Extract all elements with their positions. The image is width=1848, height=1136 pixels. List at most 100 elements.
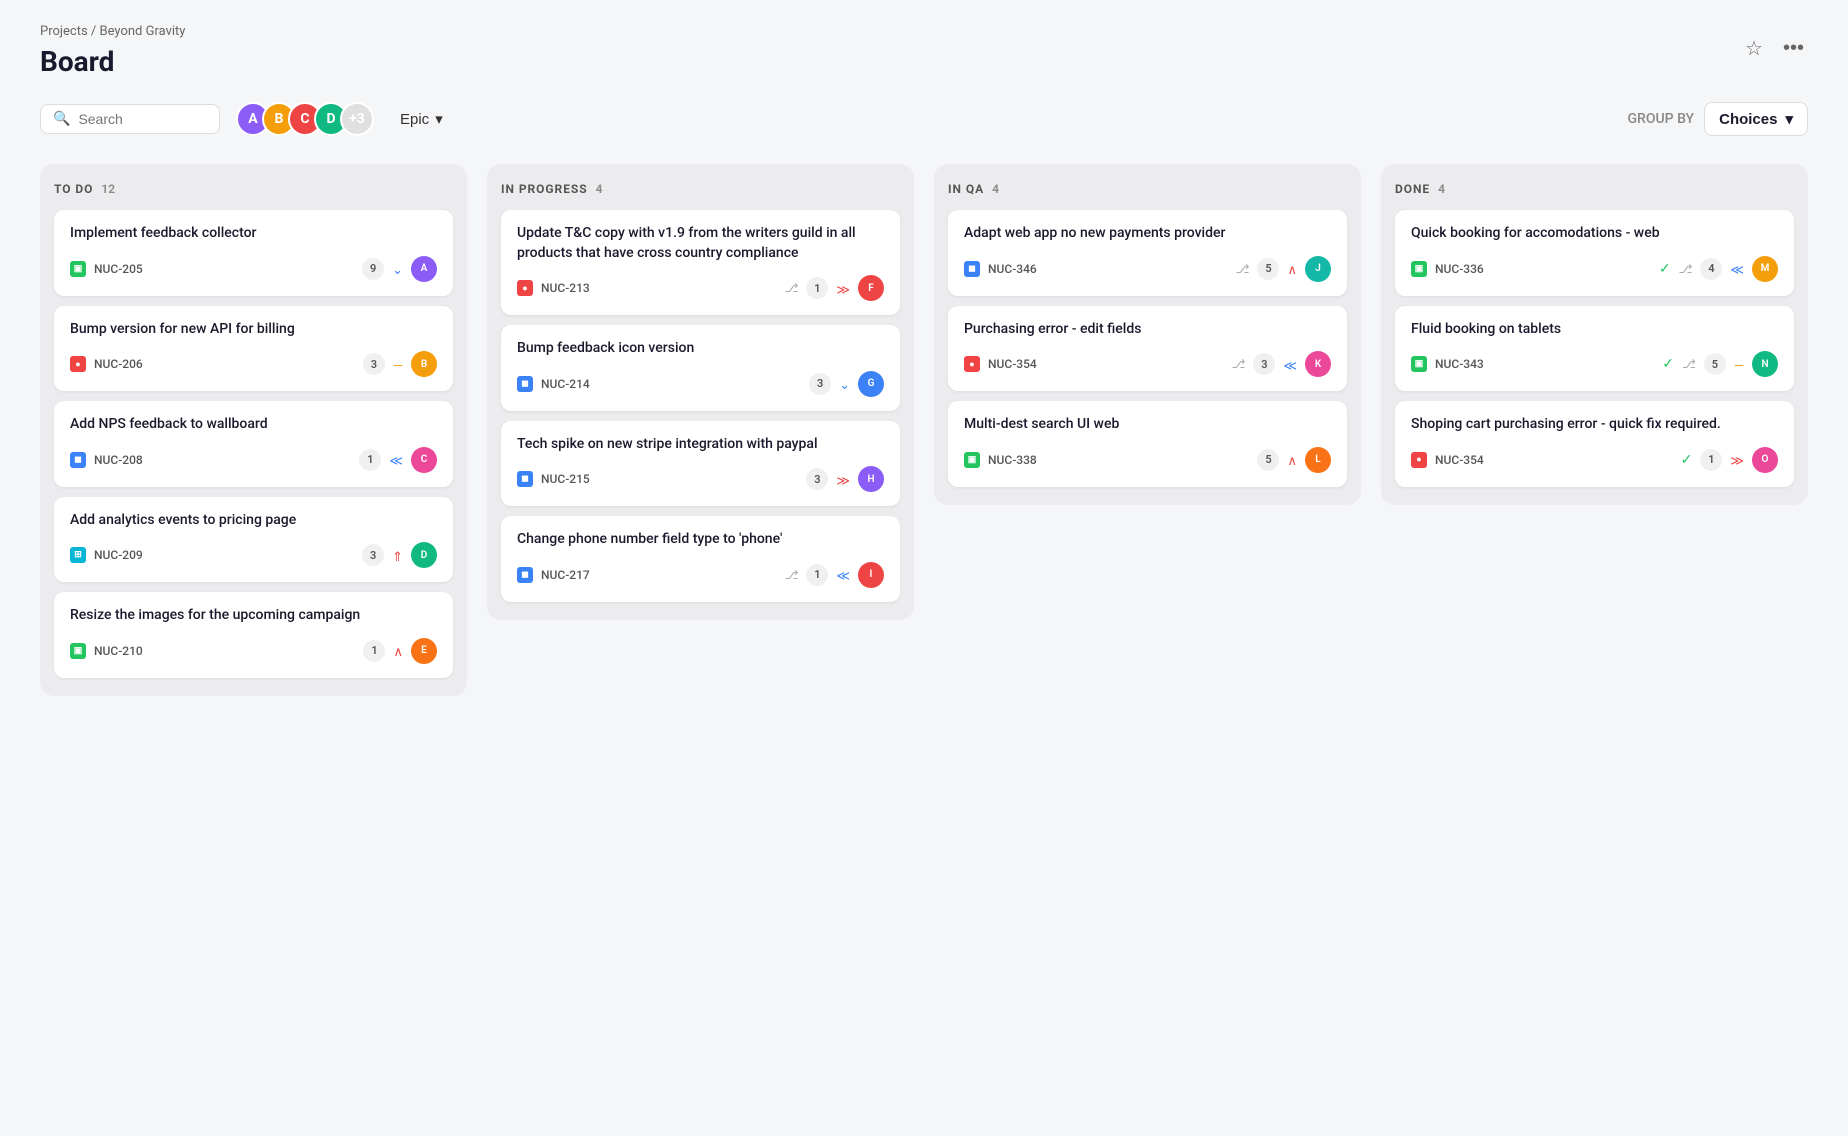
count-badge: 1	[1700, 449, 1722, 471]
count-badge: 3	[362, 544, 384, 566]
card-avatar: D	[411, 542, 437, 568]
ticket-type-icon: ●	[70, 356, 86, 372]
more-button[interactable]: •••	[1779, 33, 1808, 64]
card-todo-1[interactable]: Implement feedback collector ▣ NUC-205 9…	[54, 210, 453, 296]
star-button[interactable]: ☆	[1741, 32, 1767, 65]
card-avatar: H	[858, 466, 884, 492]
ticket-badge: NUC-354	[988, 357, 1037, 371]
card-title: Multi-dest search UI web	[964, 415, 1331, 435]
card-todo-4[interactable]: Add analytics events to pricing page ⊞ N…	[54, 497, 453, 583]
ticket-badge: NUC-354	[1435, 453, 1484, 467]
column-todo: TO DO 12 Implement feedback collector ▣ …	[40, 164, 467, 696]
priority-icon: ≪	[1730, 259, 1744, 278]
card-ip-3[interactable]: Tech spike on new stripe integration wit…	[501, 421, 900, 507]
ticket-type-icon: ◼	[964, 261, 980, 277]
card-avatar: G	[858, 371, 884, 397]
priority-icon: —	[393, 355, 403, 374]
priority-icon: ∧	[393, 641, 403, 660]
column-title-done: DONE	[1395, 182, 1430, 196]
count-badge: 1	[359, 449, 381, 471]
branch-icon: ⎇	[785, 281, 799, 295]
ticket-type-icon: ◼	[517, 376, 533, 392]
card-todo-2[interactable]: Bump version for new API for billing ● N…	[54, 306, 453, 392]
count-badge: 5	[1704, 353, 1726, 375]
column-inprogress: IN PROGRESS 4 Update T&C copy with v1.9 …	[487, 164, 914, 620]
branch-icon: ⎇	[1682, 357, 1696, 371]
epic-filter-button[interactable]: Epic ▾	[390, 104, 453, 134]
ticket-type-icon: ▣	[70, 261, 86, 277]
card-title: Bump version for new API for billing	[70, 320, 437, 340]
card-done-3[interactable]: Shoping cart purchasing error - quick fi…	[1395, 401, 1794, 487]
card-qa-2[interactable]: Purchasing error - edit fields ● NUC-354…	[948, 306, 1347, 392]
search-input[interactable]	[78, 111, 198, 127]
group-by-label: GROUP BY	[1628, 111, 1695, 127]
ticket-badge: NUC-213	[541, 281, 590, 295]
branch-icon: ⎇	[1232, 357, 1246, 371]
card-todo-3[interactable]: Add NPS feedback to wallboard ◼ NUC-208 …	[54, 401, 453, 487]
ticket-badge: NUC-209	[94, 548, 143, 562]
card-title: Update T&C copy with v1.9 from the write…	[517, 224, 884, 263]
column-title-todo: TO DO	[54, 182, 93, 196]
check-icon: ✓	[1662, 356, 1674, 372]
team-avatars[interactable]: A B C D +3	[236, 102, 374, 136]
page-title: Board	[40, 45, 1808, 78]
count-badge: 5	[1257, 258, 1279, 280]
card-avatar: O	[1752, 447, 1778, 473]
card-title: Adapt web app no new payments provider	[964, 224, 1331, 244]
check-icon: ✓	[1681, 452, 1693, 468]
ticket-type-icon: ▣	[1411, 356, 1427, 372]
ticket-type-icon: ◼	[517, 471, 533, 487]
board: TO DO 12 Implement feedback collector ▣ …	[40, 164, 1808, 696]
card-title: Quick booking for accomodations - web	[1411, 224, 1778, 244]
column-count-done: 4	[1438, 182, 1445, 196]
priority-icon: ≪	[836, 565, 850, 584]
card-done-2[interactable]: Fluid booking on tablets ▣ NUC-343 ✓ ⎇ 5…	[1395, 306, 1794, 392]
card-avatar: F	[858, 275, 884, 301]
card-title: Implement feedback collector	[70, 224, 437, 244]
priority-icon: ≪	[389, 450, 403, 469]
count-badge: 5	[1257, 449, 1279, 471]
search-icon: 🔍	[53, 111, 70, 127]
count-badge: 1	[806, 277, 828, 299]
card-title: Add NPS feedback to wallboard	[70, 415, 437, 435]
card-avatar: C	[411, 447, 437, 473]
card-title: Add analytics events to pricing page	[70, 511, 437, 531]
card-title: Fluid booking on tablets	[1411, 320, 1778, 340]
priority-icon: ∧	[1287, 450, 1297, 469]
epic-chevron-icon: ▾	[435, 110, 443, 128]
choices-button[interactable]: Choices ▾	[1704, 102, 1808, 136]
priority-icon: ⌄	[839, 374, 850, 393]
card-qa-1[interactable]: Adapt web app no new payments provider ◼…	[948, 210, 1347, 296]
ticket-badge: NUC-215	[541, 472, 590, 486]
choices-label: Choices	[1719, 111, 1777, 128]
card-ip-4[interactable]: Change phone number field type to 'phone…	[501, 516, 900, 602]
search-box: 🔍	[40, 104, 220, 134]
card-title: Change phone number field type to 'phone…	[517, 530, 884, 550]
card-title: Purchasing error - edit fields	[964, 320, 1331, 340]
count-badge: 3	[363, 353, 385, 375]
avatar-count[interactable]: +3	[340, 102, 374, 136]
count-badge: 9	[362, 258, 384, 280]
card-avatar: K	[1305, 351, 1331, 377]
card-avatar: I	[858, 562, 884, 588]
count-badge: 3	[1253, 353, 1275, 375]
ticket-badge: NUC-210	[94, 644, 143, 658]
card-done-1[interactable]: Quick booking for accomodations - web ▣ …	[1395, 210, 1794, 296]
column-done: DONE 4 Quick booking for accomodations -…	[1381, 164, 1808, 505]
priority-icon: ≫	[836, 279, 850, 298]
breadcrumb: Projects / Beyond Gravity	[40, 24, 1808, 39]
ticket-type-icon: ●	[964, 356, 980, 372]
card-avatar: M	[1752, 256, 1778, 282]
card-ip-1[interactable]: Update T&C copy with v1.9 from the write…	[501, 210, 900, 315]
count-badge: 1	[363, 640, 385, 662]
priority-icon: ⌄	[392, 259, 403, 278]
ticket-type-icon: ▣	[1411, 261, 1427, 277]
card-qa-3[interactable]: Multi-dest search UI web ▣ NUC-338 5 ∧ L	[948, 401, 1347, 487]
ticket-type-icon: ◼	[70, 452, 86, 468]
column-title-inqa: IN QA	[948, 182, 984, 196]
card-todo-5[interactable]: Resize the images for the upcoming campa…	[54, 592, 453, 678]
ticket-type-icon: ●	[1411, 452, 1427, 468]
ticket-badge: NUC-208	[94, 453, 143, 467]
card-ip-2[interactable]: Bump feedback icon version ◼ NUC-214 3 ⌄…	[501, 325, 900, 411]
count-badge: 4	[1700, 258, 1722, 280]
